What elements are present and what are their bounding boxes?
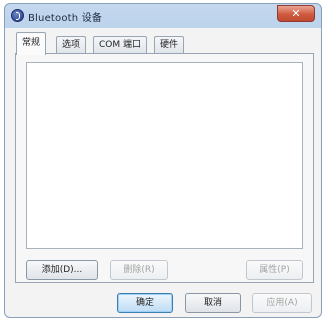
cancel-button[interactable]: 取消 [185, 293, 241, 313]
remove-device-button[interactable]: 删除(R) [110, 260, 168, 280]
bluetooth-devices-dialog: Bluetooth 设备 ✕ 常规 选项 COM 端口 硬件 添加(D)... … [4, 3, 322, 318]
device-list[interactable] [26, 62, 303, 249]
tab-options[interactable]: 选项 [56, 36, 87, 54]
add-device-button[interactable]: 添加(D)... [26, 260, 98, 280]
window-title: Bluetooth 设备 [28, 13, 103, 24]
tab-panel-general: 添加(D)... 删除(R) 属性(P) [15, 53, 314, 283]
title-bar[interactable]: Bluetooth 设备 ✕ [5, 4, 321, 28]
properties-button[interactable]: 属性(P) [246, 260, 303, 280]
tab-general[interactable]: 常规 [16, 32, 47, 55]
close-icon: ✕ [291, 7, 301, 20]
ok-button[interactable]: 确定 [117, 293, 173, 313]
tab-com-ports[interactable]: COM 端口 [93, 36, 147, 54]
bluetooth-icon [11, 9, 24, 22]
apply-button[interactable]: 应用(A) [252, 293, 312, 313]
tab-hardware[interactable]: 硬件 [154, 36, 185, 54]
close-button[interactable]: ✕ [277, 5, 315, 22]
